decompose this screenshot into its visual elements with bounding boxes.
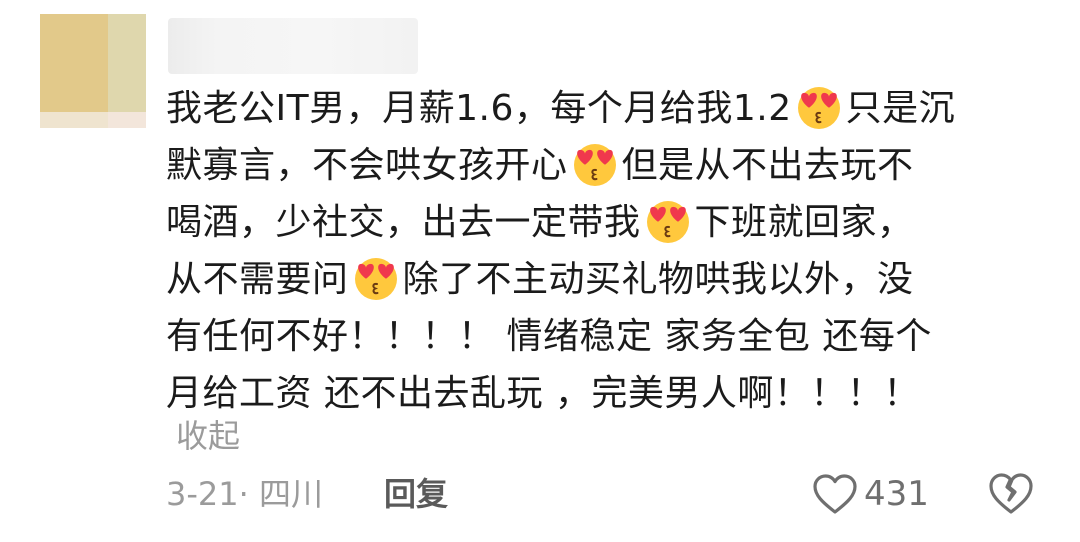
like-count: 431: [864, 474, 929, 514]
comment-line: 喝酒，少社交，出去一定带我 下班就回家，: [166, 194, 1046, 251]
heart-eyes-emoji: [646, 201, 689, 243]
reply-button[interactable]: 回复: [384, 470, 448, 518]
broken-heart-icon[interactable]: [988, 470, 1034, 516]
comment-line: 我老公IT男，月薪1.6，每个月给我1.2 只是沉: [166, 80, 1046, 137]
like-button[interactable]: 431: [812, 468, 929, 520]
heart-eyes-emoji: [797, 87, 840, 129]
comment-line: 有任何不好！！！！ 情绪稳定 家务全包 还每个: [166, 316, 932, 357]
comment-item: 我老公IT男，月薪1.6，每个月给我1.2 只是沉 默寡言，不会哄女孩开心 但是从不…: [0, 0, 1080, 542]
username-blurred[interactable]: [168, 18, 418, 74]
comment-line: 默寡言，不会哄女孩开心 但是从不出去玩不: [166, 137, 1046, 194]
heart-eyes-emoji: [573, 144, 616, 186]
avatar[interactable]: [40, 14, 146, 128]
collapse-button[interactable]: 收起: [176, 414, 240, 458]
comment-line: 从不需要问 除了不主动买礼物哄我以外，没: [166, 251, 1046, 308]
heart-outline-icon[interactable]: [812, 473, 858, 515]
comment-line: 月给工资 还不出去乱玩 ，完美男人啊！！！！: [166, 373, 920, 414]
dislike-button[interactable]: [988, 470, 1034, 516]
heart-eyes-emoji: [354, 258, 397, 300]
comment-date-location: 3-21· 四川: [166, 475, 323, 513]
comment-text: 我老公IT男，月薪1.6，每个月给我1.2 只是沉 默寡言，不会哄女孩开心 但是从不…: [166, 80, 1046, 422]
